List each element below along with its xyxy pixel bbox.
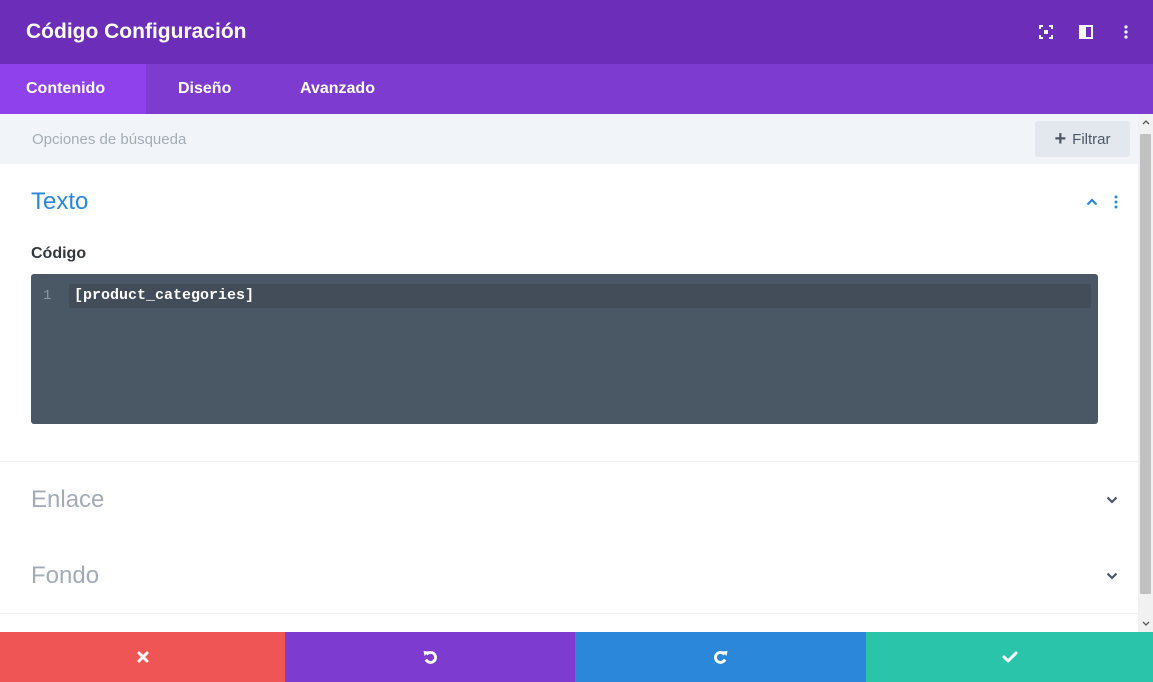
vertical-scrollbar[interactable]: [1138, 114, 1153, 632]
expand-icon: [1039, 25, 1053, 39]
scroll-up-arrow-icon: [1142, 120, 1149, 125]
undo-icon: [423, 651, 437, 664]
scroll-up-button[interactable]: [1138, 114, 1153, 131]
scroll-thumb[interactable]: [1140, 134, 1151, 594]
filter-label: Filtrar: [1072, 130, 1111, 148]
close-icon: [137, 651, 148, 663]
filter-button[interactable]: + Filtrar: [1035, 121, 1130, 157]
tab-avanzado[interactable]: Avanzado: [266, 64, 426, 114]
section-enlace-title: Enlace: [31, 486, 105, 513]
action-footer: [0, 632, 1153, 682]
split-view-icon: [1079, 25, 1093, 39]
check-icon: [1002, 651, 1017, 663]
section-fondo-controls: [1106, 538, 1118, 614]
redo-icon: [713, 651, 727, 664]
plus-icon: +: [1054, 128, 1067, 150]
code-text[interactable]: [product_categories]: [74, 287, 254, 304]
header-actions: [1037, 0, 1135, 64]
section-fondo-title: Fondo: [31, 561, 100, 589]
search-bar: + Filtrar: [0, 114, 1138, 164]
line-number: 1: [43, 288, 52, 304]
tab-contenido[interactable]: Contenido: [0, 64, 146, 114]
modal-title: Código Configuración: [26, 20, 247, 43]
more-options-button[interactable]: [1117, 23, 1135, 41]
section-enlace-controls: [1106, 462, 1118, 538]
more-vertical-icon: [1124, 25, 1128, 39]
modal-header: Código Configuración: [0, 0, 1153, 64]
expand-button[interactable]: [1037, 23, 1055, 41]
scroll-down-button[interactable]: [1138, 615, 1153, 632]
split-view-button[interactable]: [1077, 23, 1095, 41]
settings-content: Texto Código 1 [product_categories] Enla…: [0, 164, 1138, 632]
save-button[interactable]: [866, 632, 1153, 682]
section-texto-header[interactable]: Texto: [0, 164, 1138, 240]
chevron-down-icon[interactable]: [1106, 572, 1118, 580]
tab-bar: Contenido Diseño Avanzado: [0, 64, 1153, 114]
chevron-up-icon[interactable]: [1086, 198, 1098, 206]
section-texto: Texto Código 1 [product_categories]: [0, 164, 1138, 462]
discard-button[interactable]: [0, 632, 285, 682]
scroll-down-arrow-icon: [1142, 621, 1149, 626]
tab-diseno[interactable]: Diseño: [146, 64, 266, 114]
more-vertical-icon[interactable]: [1114, 195, 1118, 209]
code-field-label: Código: [31, 245, 87, 262]
section-fondo-header[interactable]: Fondo: [0, 538, 1138, 614]
code-editor[interactable]: 1 [product_categories]: [31, 274, 1098, 424]
section-enlace-header[interactable]: Enlace: [0, 462, 1138, 538]
section-texto-controls: [1086, 164, 1118, 240]
section-texto-title: Texto: [31, 188, 89, 215]
redo-button[interactable]: [575, 632, 866, 682]
chevron-down-icon[interactable]: [1106, 496, 1118, 504]
undo-button[interactable]: [285, 632, 575, 682]
search-input[interactable]: [32, 130, 632, 148]
